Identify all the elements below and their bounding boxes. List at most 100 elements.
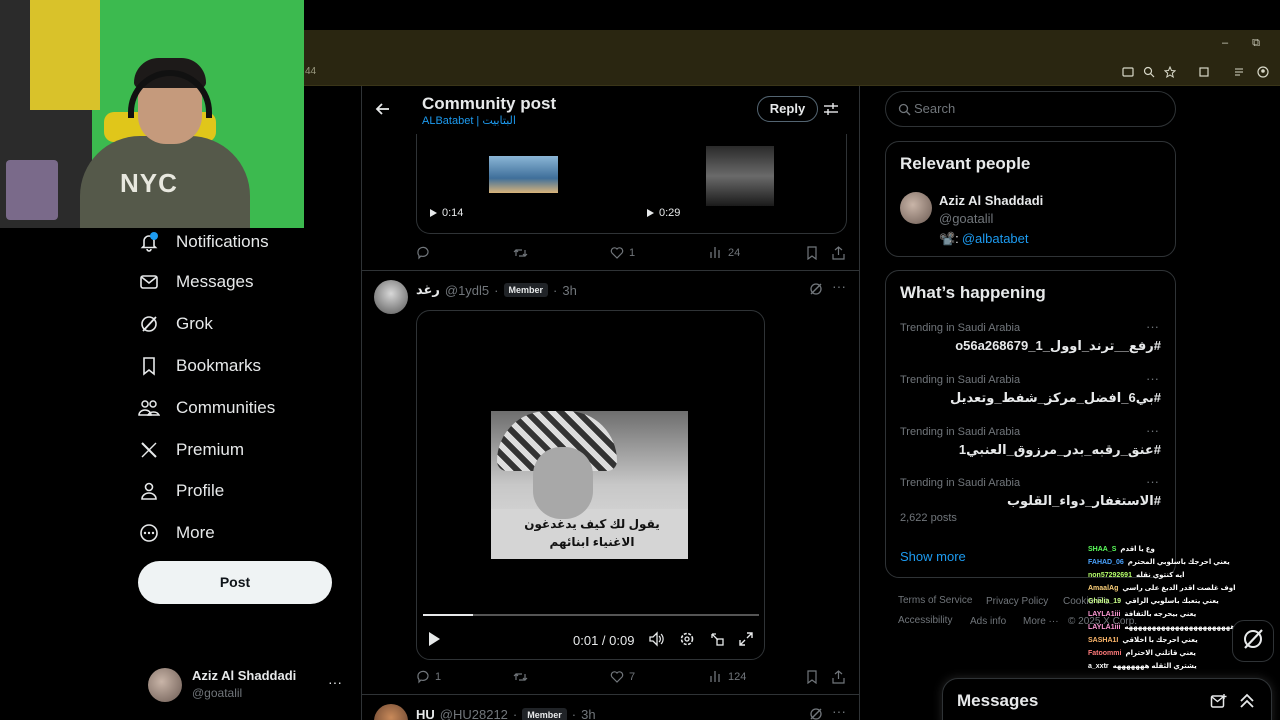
avatar[interactable] xyxy=(900,192,932,224)
grok-icon[interactable] xyxy=(809,707,823,720)
minimize-button[interactable]: – xyxy=(1218,36,1232,50)
grok-button[interactable] xyxy=(1232,620,1274,662)
profile-icon[interactable] xyxy=(1256,66,1270,80)
video-player[interactable]: يقول لك كيف يدغدغون الاغنياء ابنائهم 0:0… xyxy=(416,310,765,660)
show-more-link[interactable]: Show more xyxy=(900,549,966,564)
fullscreen-icon[interactable] xyxy=(738,631,754,652)
back-arrow-icon[interactable] xyxy=(374,100,392,123)
avatar[interactable] xyxy=(374,704,408,720)
chat-message: يعني احرجك با اخلاقي xyxy=(1122,637,1198,644)
trend-name: #بي6_افضل_مركز_شفط_وتعديل xyxy=(950,390,1161,405)
reply-button[interactable]: Reply xyxy=(757,96,818,122)
chevron-up-icon[interactable] xyxy=(1239,692,1255,715)
play-icon xyxy=(647,209,654,217)
share-action[interactable] xyxy=(832,670,845,684)
nav-premium[interactable]: Premium xyxy=(138,434,244,466)
person-handle[interactable]: @goatalil xyxy=(939,211,993,226)
chat-username: AmaalAg xyxy=(1088,585,1119,592)
footer-link[interactable]: More ··· xyxy=(1023,616,1059,627)
like-action[interactable]: 7 xyxy=(610,670,635,683)
trend-post-count: 2,622 posts xyxy=(900,512,957,524)
reply-count: 1 xyxy=(435,671,442,683)
zoom-icon[interactable] xyxy=(1142,66,1156,80)
repost-action[interactable] xyxy=(513,670,533,684)
messages-drawer[interactable]: Messages xyxy=(942,678,1272,720)
avatar[interactable] xyxy=(374,280,408,314)
pip-icon[interactable] xyxy=(709,631,725,652)
address-text: 44 xyxy=(305,66,317,77)
new-message-icon[interactable] xyxy=(1210,693,1227,715)
grok-icon xyxy=(1241,627,1265,656)
share-icon xyxy=(832,246,845,260)
footer-link[interactable]: Terms of Service xyxy=(898,595,972,606)
author-name[interactable]: رغد xyxy=(416,282,440,298)
account-more-icon[interactable]: ··· xyxy=(328,674,342,690)
trend-more-icon[interactable]: ··· xyxy=(1146,423,1159,438)
trend-more-icon[interactable]: ··· xyxy=(1146,474,1159,489)
envelope-icon xyxy=(138,271,160,293)
more-icon[interactable]: ··· xyxy=(832,703,846,719)
search-input[interactable] xyxy=(914,101,1154,116)
post[interactable]: HU @HU28212 · Member · 3h ··· xyxy=(362,694,859,720)
trend-name: #رفع__ترند_اوول_1_o56a268679 xyxy=(955,338,1161,353)
volume-icon[interactable] xyxy=(649,631,665,652)
nav-label: Profile xyxy=(176,481,225,500)
bookmark-action[interactable] xyxy=(806,246,818,260)
account-switcher[interactable]: Aziz Al Shaddadi @goatalil ··· xyxy=(148,666,348,702)
trend-name: #الاستغفار_دواء_القلوب xyxy=(1006,493,1161,508)
reply-action[interactable]: 1 xyxy=(416,670,441,684)
reply-icon xyxy=(417,670,429,684)
bookmark-action[interactable] xyxy=(806,670,818,684)
nav-bookmarks[interactable]: Bookmarks xyxy=(138,350,261,382)
cast-icon[interactable] xyxy=(1121,66,1135,80)
extensions-icon[interactable] xyxy=(1197,66,1211,80)
more-icon[interactable]: ··· xyxy=(832,278,846,294)
footer-link[interactable]: Accessibility xyxy=(898,615,952,626)
video-time: 0:01 / 0:09 xyxy=(573,633,635,648)
nav-communities[interactable]: Communities xyxy=(138,392,275,424)
author-handle[interactable]: @HU28212 xyxy=(440,707,508,720)
post-time[interactable]: 3h xyxy=(581,707,595,720)
footer-link[interactable]: Ads info xyxy=(970,616,1006,627)
bell-icon xyxy=(138,231,160,253)
trend-more-icon[interactable]: ··· xyxy=(1146,319,1159,334)
post-meta: HU @HU28212 · Member · 3h xyxy=(416,707,596,720)
views-action[interactable]: 24 xyxy=(709,246,740,259)
bio-link[interactable]: @albatabet xyxy=(962,231,1029,247)
grok-icon[interactable] xyxy=(809,282,823,301)
repost-action[interactable] xyxy=(513,246,533,260)
author-name[interactable]: HU xyxy=(416,707,435,720)
relevant-people-panel: Relevant people Aziz Al Shaddadi @goatal… xyxy=(885,141,1176,257)
nav-profile[interactable]: Profile xyxy=(138,475,224,507)
person-name[interactable]: Aziz Al Shaddadi xyxy=(939,193,1043,208)
progress-bar[interactable] xyxy=(423,614,759,616)
post-actions: 1 7 124 xyxy=(416,670,848,690)
nav-grok[interactable]: Grok xyxy=(138,308,213,340)
search-box[interactable] xyxy=(885,91,1176,127)
like-action[interactable]: 1 xyxy=(610,246,635,259)
post-time[interactable]: 3h xyxy=(562,283,576,298)
nav-notifications[interactable]: Notifications xyxy=(138,226,269,258)
avatar xyxy=(148,668,182,702)
nav-label: More xyxy=(176,523,215,542)
share-action[interactable] xyxy=(832,246,845,260)
video-thumbnail[interactable] xyxy=(489,156,558,193)
play-icon[interactable] xyxy=(427,631,441,652)
menu-icon[interactable] xyxy=(1232,66,1246,80)
views-action[interactable]: 124 xyxy=(709,670,746,683)
settings-gear-icon[interactable] xyxy=(679,631,695,652)
star-icon[interactable] xyxy=(1163,65,1177,80)
reply-action[interactable] xyxy=(416,246,435,260)
author-handle[interactable]: @1ydl5 xyxy=(445,283,489,298)
community-link[interactable]: ALBatabet | البتابيت xyxy=(422,114,516,127)
post-button[interactable]: Post xyxy=(138,561,332,604)
trend-more-icon[interactable]: ··· xyxy=(1146,371,1159,386)
video-thumbnail[interactable] xyxy=(706,146,774,206)
footer-link[interactable]: Privacy Policy xyxy=(986,596,1048,607)
chat-line: non57292691 ايه كنتوي نقله xyxy=(1088,569,1280,582)
nav-more[interactable]: More xyxy=(138,517,215,549)
restore-button[interactable]: ⧉ xyxy=(1249,36,1263,50)
media-grid: 0:14 0:29 xyxy=(416,134,847,234)
nav-messages[interactable]: Messages xyxy=(138,266,253,298)
sliders-icon[interactable] xyxy=(823,101,839,122)
